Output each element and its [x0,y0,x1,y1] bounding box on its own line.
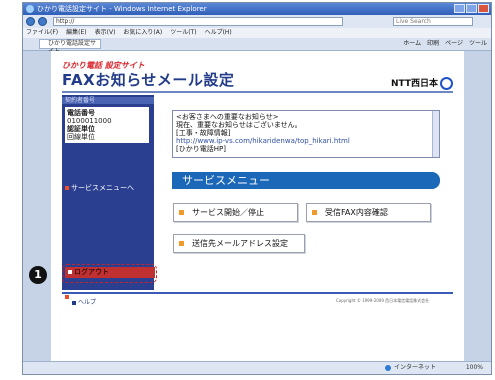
notice-line-5: [ひかり電話HP] [176,145,226,153]
bullet-icon [65,295,69,299]
bullet-icon [72,300,76,305]
notice-line-1: <お客さまへの重要なお知らせ> [176,113,279,121]
site-page: ひかり電話 設定サイト FAXお知らせメール設定 NTT西日本 契約者番号 電話… [50,50,465,360]
ntt-logo-icon [440,77,453,90]
menu-tools[interactable]: ツール(T) [170,28,196,38]
minimize-button[interactable] [454,4,465,13]
menu-bar: ファイル(F) 編集(E) 表示(V) お気に入り(A) ツール(T) ヘルプ(… [23,28,491,38]
window-title: ひかり電話設定サイト - Windows Internet Explorer [37,5,207,13]
bullet-icon [65,186,69,190]
notice-line-2: 現在、重要なお知らせはございません。 [176,121,302,129]
globe-icon [384,364,391,371]
page-title: FAXお知らせメール設定 [62,71,235,89]
address-bar: http:// Live Search [23,15,491,28]
service-menu-link[interactable]: サービスメニューへ [65,183,134,193]
ie-icon [26,5,34,13]
print-button[interactable]: 印刷 [427,39,439,49]
menu-help[interactable]: ヘルプ(H) [205,28,232,38]
tab-hikari[interactable]: ひかり電話設定サイト [39,39,101,55]
footer-rule [62,292,453,294]
notice-link[interactable]: http://www.ip-vs.com/hikaridenwa/top_hik… [176,137,436,145]
bullet-icon [312,210,317,215]
unit-value: 回線単位 [67,133,95,141]
contract-label: 契約者番号 [62,97,154,104]
menu-file[interactable]: ファイル(F) [26,28,58,38]
menu-view[interactable]: 表示(V) [95,28,116,38]
menu-favorites[interactable]: お気に入り(A) [123,28,162,38]
header-rule [62,91,453,93]
menu-edit[interactable]: 編集(E) [66,28,86,38]
service-menu-heading: サービスメニュー [172,172,440,189]
command-bar: ホーム 印刷 ページ ツール [403,39,487,49]
step-callout: 1 [29,266,47,284]
page-margin-right [464,51,491,361]
notice-box: <お客さまへの重要なお知らせ> 現在、重要なお知らせはございません。 [工事・故… [172,110,440,158]
forward-icon[interactable] [38,17,47,26]
title-bar: ひかり電話設定サイト - Windows Internet Explorer [23,3,491,15]
start-stop-label: サービス開始／停止 [192,208,264,217]
notice-line-3: [工事・故障情報] [176,129,231,137]
maximize-button[interactable] [466,4,477,13]
close-button[interactable] [478,4,489,13]
service-start-stop-button[interactable]: サービス開始／停止 [173,203,298,222]
window-controls [454,4,489,13]
notice-scrollbar[interactable] [432,111,439,157]
unit-label: 認証単位 [67,125,95,133]
mail-address-settings-button[interactable]: 送信先メールアドレス設定 [173,234,305,253]
bullet-icon [179,210,184,215]
bullet-icon [179,241,184,246]
page-button[interactable]: ページ [445,39,463,49]
account-info: 電話番号 0100011000 認証単位 回線単位 [65,107,149,143]
back-icon[interactable] [26,17,35,26]
logout-highlight [62,264,157,283]
internet-zone: インターネット [384,362,436,374]
search-input[interactable]: Live Search [393,17,473,26]
copyright: Copyright © 1999-2009 西日本電信電話株式会社 [336,298,430,303]
home-button[interactable]: ホーム [403,39,421,49]
service-menu-label: サービスメニューへ [71,184,134,192]
zoom-level[interactable]: 100% [466,362,483,374]
received-fax-button[interactable]: 受信FAX内容確認 [306,203,431,222]
address-input[interactable]: http:// [53,17,343,26]
mail-address-label: 送信先メールアドレス設定 [192,239,288,248]
brand-text: NTT西日本 [390,79,438,89]
phone-value: 0100011000 [67,117,112,125]
received-fax-label: 受信FAX内容確認 [325,208,388,217]
page-margin-left [23,51,51,361]
zone-label: インターネット [393,364,436,371]
phone-label: 電話番号 [67,109,95,117]
status-bar: インターネット 100% [23,361,491,374]
tools-button[interactable]: ツール [469,39,487,49]
sidebar: 契約者番号 電話番号 0100011000 認証単位 回線単位 サービスメニュー… [62,95,154,301]
ntt-brand: NTT西日本 [391,76,453,90]
help-link[interactable]: ヘルプ [72,297,96,306]
help-label: ヘルプ [78,299,97,306]
